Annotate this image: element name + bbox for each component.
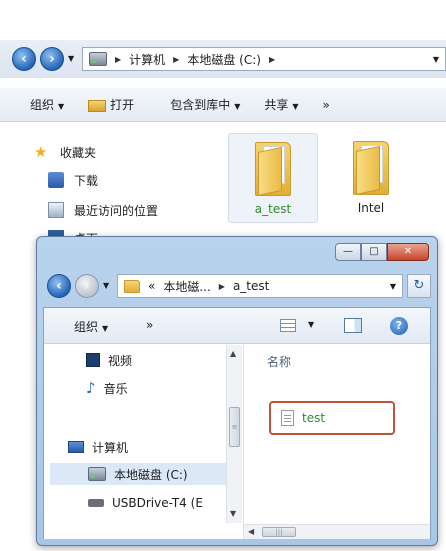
chevron-down-icon: ▼ bbox=[234, 102, 241, 111]
address-dropdown-icon[interactable]: ▼ bbox=[433, 55, 439, 64]
music-note-icon: ♪ bbox=[86, 379, 96, 397]
address-bar[interactable]: « 本地磁... ▶ a_test ▼ bbox=[117, 274, 403, 298]
nav-item-computer[interactable]: 计算机 bbox=[68, 436, 128, 458]
nav-item-downloads[interactable]: 下载 bbox=[48, 169, 98, 191]
command-bar: 组织 ▼ » ▼ ? bbox=[44, 308, 430, 344]
breadcrumb-local-disk[interactable]: 本地磁盘 (C:) bbox=[187, 51, 261, 68]
nav-item-label: 视频 bbox=[108, 353, 133, 368]
organize-label: 组织 bbox=[30, 98, 55, 112]
help-icon[interactable]: ? bbox=[390, 317, 408, 335]
nav-item-label: 音乐 bbox=[103, 381, 128, 396]
folder-item-a-test[interactable]: a_test bbox=[228, 133, 318, 223]
close-button[interactable]: ✕ bbox=[387, 243, 429, 261]
download-folder-icon bbox=[48, 172, 64, 188]
text-file-icon bbox=[281, 410, 294, 426]
folder-icon bbox=[353, 141, 389, 195]
include-in-library-menu[interactable]: 包含到库中 ▼ bbox=[146, 96, 252, 113]
breadcrumb-a-test[interactable]: a_test bbox=[233, 279, 269, 293]
nav-item-label: 最近访问的位置 bbox=[74, 203, 159, 218]
star-icon: ★ bbox=[34, 143, 48, 161]
address-bar-row: ‹ › ▼ ▶ 计算机 ▶ 本地磁盘 (C:) ▶ ▼ bbox=[0, 40, 446, 78]
file-name: test bbox=[302, 411, 326, 425]
folder-icon bbox=[124, 279, 140, 293]
window-content: 组织 ▼ » ▼ ? 视频 ♪ 音乐 计算机 本地磁盘 (C:) USBDriv… bbox=[43, 307, 431, 539]
nav-item-label: 下载 bbox=[74, 173, 99, 188]
navigation-pane: 视频 ♪ 音乐 计算机 本地磁盘 (C:) USBDrive-T4 (E ▲ ≡ bbox=[44, 345, 244, 539]
breadcrumb-separator-icon[interactable]: ▶ bbox=[173, 55, 179, 64]
refresh-button[interactable]: ↻ bbox=[407, 274, 431, 298]
address-bar-row: ‹ › ▼ « 本地磁... ▶ a_test ▼ ↻ bbox=[45, 271, 431, 301]
command-bar: 组织 ▼ 打开 包含到库中 ▼ 共享 ▼ » bbox=[0, 88, 446, 122]
folder-icon bbox=[255, 142, 291, 196]
open-button[interactable]: 打开 bbox=[76, 96, 146, 113]
drive-icon bbox=[88, 467, 106, 481]
preview-pane-icon[interactable] bbox=[344, 318, 362, 333]
nav-item-music[interactable]: ♪ 音乐 bbox=[86, 377, 128, 399]
breadcrumb-overflow[interactable]: « bbox=[148, 279, 155, 293]
scroll-thumb[interactable]: ||| bbox=[262, 527, 296, 537]
nav-item-local-disk[interactable]: 本地磁盘 (C:) bbox=[50, 463, 226, 485]
breadcrumb-local-disk[interactable]: 本地磁... bbox=[163, 278, 210, 295]
share-label: 共享 bbox=[264, 98, 289, 112]
recent-pages-chevron-icon[interactable]: ▼ bbox=[103, 281, 109, 290]
caption-buttons: — □ ✕ bbox=[335, 243, 429, 261]
nav-vertical-scrollbar[interactable]: ▲ ≡ ▼ bbox=[226, 345, 242, 523]
more-commands-button[interactable]: » bbox=[311, 98, 342, 112]
chevron-down-icon: ▼ bbox=[102, 324, 109, 333]
nav-item-favorites[interactable]: ★ 收藏夹 bbox=[34, 141, 96, 163]
scroll-left-icon[interactable]: ◀ bbox=[248, 527, 254, 536]
file-horizontal-scrollbar[interactable]: ◀ ||| bbox=[244, 524, 430, 539]
organize-menu[interactable]: 组织 ▼ bbox=[0, 96, 76, 113]
scroll-down-icon[interactable]: ▼ bbox=[230, 509, 236, 518]
view-options-chevron-icon[interactable]: ▼ bbox=[308, 320, 314, 329]
back-button[interactable]: ‹ bbox=[47, 274, 71, 298]
include-library-label: 包含到库中 bbox=[170, 98, 231, 112]
breadcrumb-separator-icon[interactable]: ▶ bbox=[219, 282, 225, 291]
computer-icon bbox=[68, 441, 84, 453]
open-label: 打开 bbox=[110, 98, 135, 112]
maximize-button[interactable]: □ bbox=[361, 243, 387, 261]
chevron-down-icon: ▼ bbox=[58, 102, 65, 111]
nav-item-usb-drive[interactable]: USBDrive-T4 (E bbox=[88, 492, 203, 514]
nav-item-label: 计算机 bbox=[92, 440, 129, 455]
organize-menu[interactable]: 组织 ▼ bbox=[62, 318, 120, 335]
address-dropdown-icon[interactable]: ▼ bbox=[390, 282, 396, 291]
open-folder-icon bbox=[88, 99, 107, 112]
address-bar[interactable]: ▶ 计算机 ▶ 本地磁盘 (C:) ▶ ▼ bbox=[82, 47, 446, 71]
organize-label: 组织 bbox=[74, 320, 99, 334]
forward-button[interactable]: › bbox=[40, 47, 64, 71]
nav-item-recent-places[interactable]: 最近访问的位置 bbox=[48, 199, 158, 221]
chevron-down-icon: ▼ bbox=[292, 102, 299, 111]
folder-item-intel[interactable]: Intel bbox=[326, 133, 416, 223]
scroll-up-icon[interactable]: ▲ bbox=[230, 349, 236, 358]
recent-places-icon bbox=[48, 202, 64, 218]
change-view-icon[interactable] bbox=[280, 319, 296, 332]
usb-drive-icon bbox=[88, 499, 104, 507]
nav-item-label: 收藏夹 bbox=[60, 145, 97, 160]
file-list: 名称 test bbox=[245, 345, 430, 523]
file-name: Intel bbox=[357, 201, 385, 215]
breadcrumb-separator-icon[interactable]: ▶ bbox=[115, 55, 121, 64]
share-menu[interactable]: 共享 ▼ bbox=[252, 96, 310, 113]
video-library-icon bbox=[86, 353, 100, 367]
file-name: a_test bbox=[254, 202, 292, 216]
back-button[interactable]: ‹ bbox=[12, 47, 36, 71]
nav-item-videos[interactable]: 视频 bbox=[86, 349, 132, 371]
more-commands-button[interactable]: » bbox=[134, 318, 165, 332]
explorer-window-a-test[interactable]: — □ ✕ ‹ › ▼ « 本地磁... ▶ a_test ▼ ↻ 组织 ▼ » … bbox=[36, 236, 438, 546]
forward-button[interactable]: › bbox=[75, 274, 99, 298]
minimize-button[interactable]: — bbox=[335, 243, 361, 261]
file-item-test[interactable]: test bbox=[269, 401, 395, 435]
recent-pages-chevron-icon[interactable]: ▼ bbox=[68, 54, 74, 63]
nav-item-label: USBDrive-T4 (E bbox=[112, 496, 203, 510]
scroll-thumb[interactable]: ≡ bbox=[229, 407, 240, 447]
column-header-name[interactable]: 名称 bbox=[267, 353, 291, 370]
computer-icon bbox=[89, 52, 107, 66]
breadcrumb-separator-icon[interactable]: ▶ bbox=[269, 55, 275, 64]
breadcrumb-computer[interactable]: 计算机 bbox=[129, 51, 165, 68]
nav-item-label: 本地磁盘 (C:) bbox=[114, 467, 188, 482]
